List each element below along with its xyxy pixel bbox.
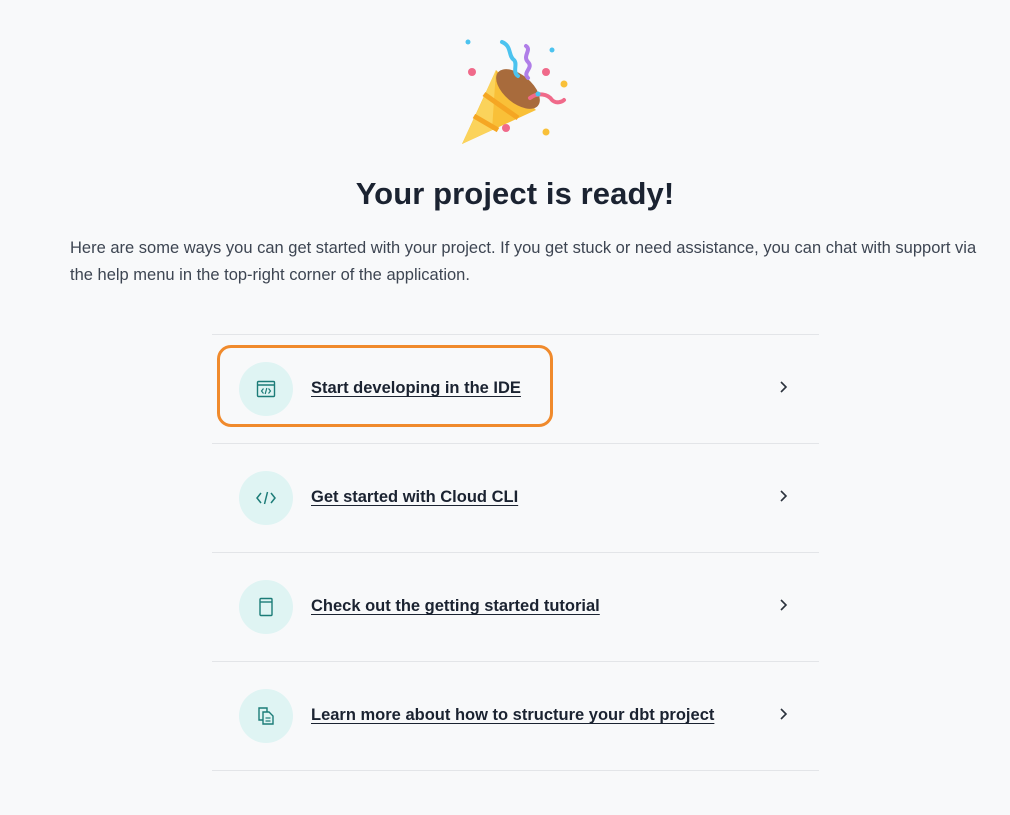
intro-text: Here are some ways you can get started w…: [70, 239, 977, 284]
page: Your project is ready! Here are some way…: [0, 0, 1010, 815]
chevron-right-icon: [780, 708, 788, 720]
ide-window-icon: [239, 362, 293, 416]
chevron-right-icon: [780, 490, 788, 502]
chevron-right-icon: [780, 599, 788, 611]
option-cloud-cli[interactable]: Get started with Cloud CLI: [212, 444, 819, 553]
option-structure-dbt-project[interactable]: Learn more about how to structure your d…: [212, 662, 819, 771]
option-label[interactable]: Start developing in the IDE: [311, 379, 521, 398]
code-icon: [239, 471, 293, 525]
party-popper-icon: [462, 39, 568, 144]
page-title: Your project is ready!: [355, 176, 675, 211]
getting-started-options: Start developing in the IDE Get started …: [212, 334, 819, 771]
option-label[interactable]: Get started with Cloud CLI: [311, 488, 518, 507]
option-start-developing-ide[interactable]: Start developing in the IDE: [212, 335, 819, 444]
option-label[interactable]: Learn more about how to structure your d…: [311, 706, 714, 725]
option-getting-started-tutorial[interactable]: Check out the getting started tutorial: [212, 553, 819, 662]
chevron-right-icon: [780, 381, 788, 393]
book-icon: [239, 580, 293, 634]
option-label[interactable]: Check out the getting started tutorial: [311, 597, 600, 616]
documents-icon: [239, 689, 293, 743]
